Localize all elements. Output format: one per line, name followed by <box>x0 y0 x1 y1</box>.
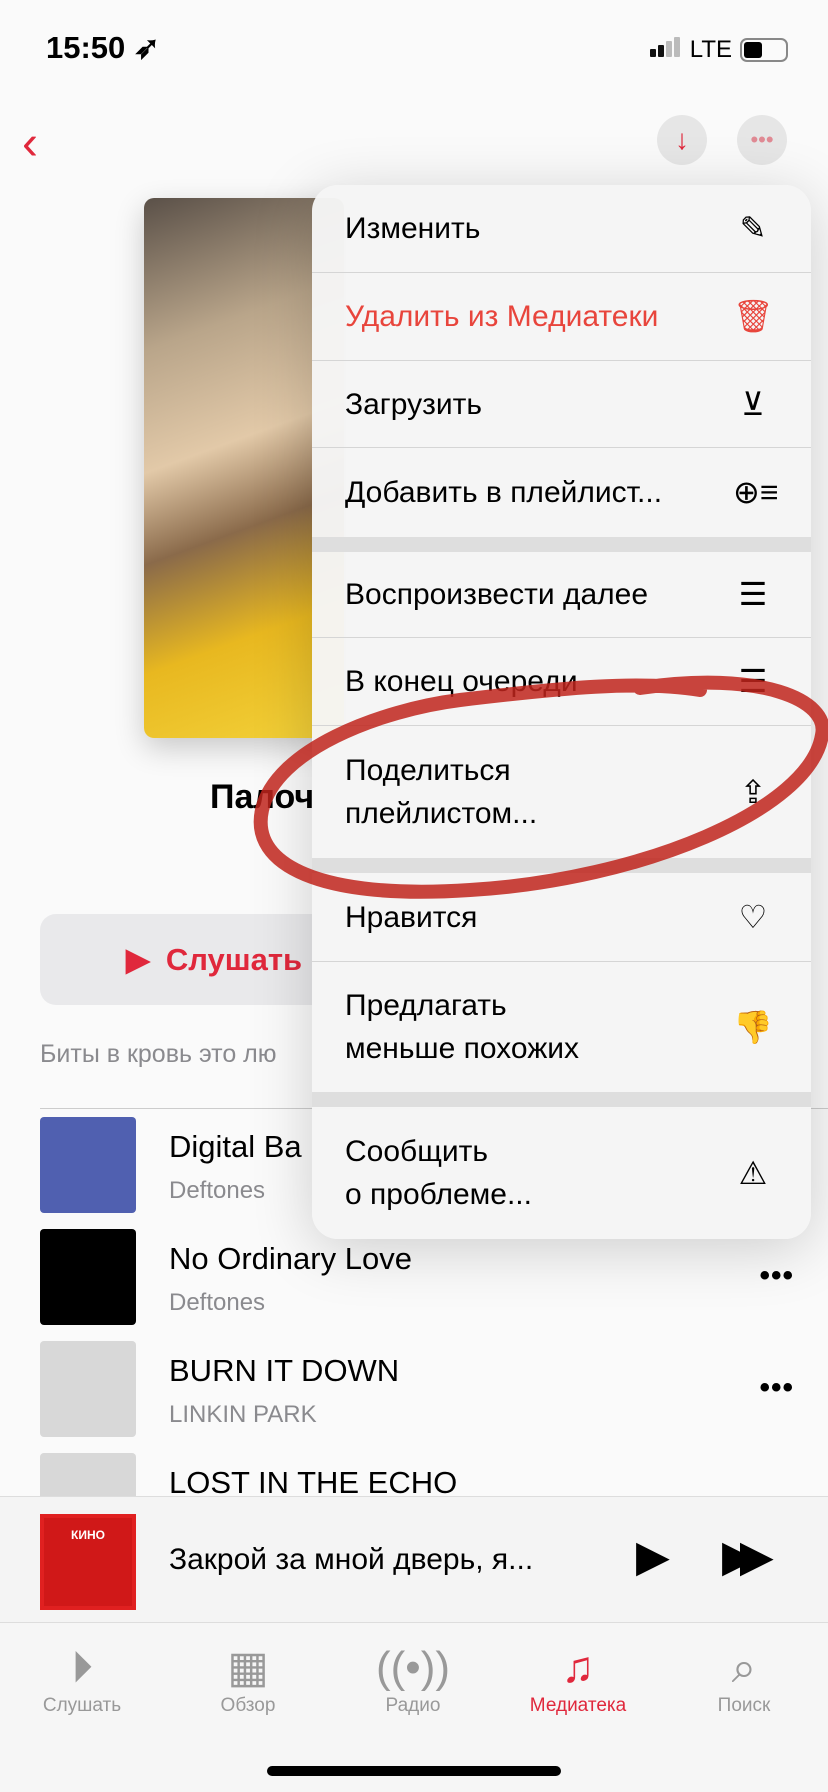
annotation-stroke <box>253 675 828 899</box>
annotation-circle <box>253 675 828 899</box>
